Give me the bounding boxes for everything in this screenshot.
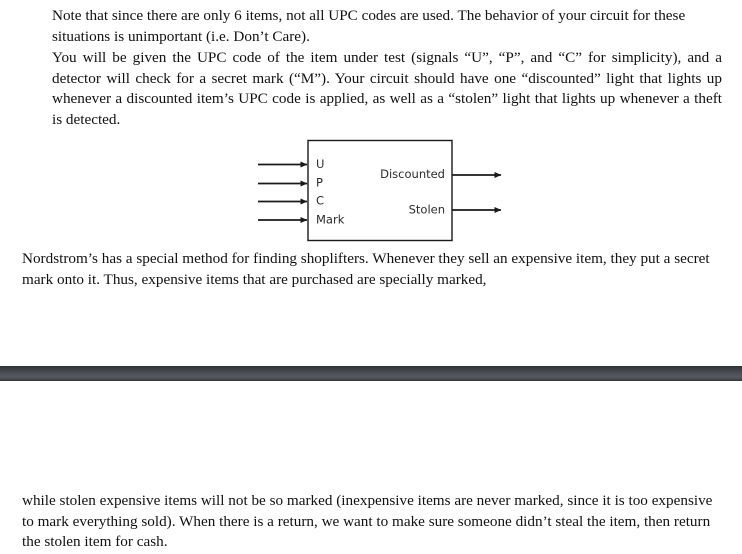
page-whitespace-lower <box>0 381 742 489</box>
input-label-p: P <box>316 176 323 190</box>
page-break-divider <box>0 366 742 381</box>
input-label-mark: Mark <box>316 213 345 227</box>
page-whitespace-upper <box>0 300 742 366</box>
input-label-c: C <box>316 194 324 208</box>
circuit-block-diagram: U P C Mark Discounted Stolen <box>250 138 510 246</box>
paragraph-while-stolen: while stolen expensive items will not be… <box>22 492 713 550</box>
paragraph-note: Note that since there are only 6 items, … <box>52 7 686 45</box>
output-label-stolen: Stolen <box>409 203 445 217</box>
output-label-discounted: Discounted <box>380 167 445 181</box>
input-label-u: U <box>316 157 324 171</box>
paragraph-upc-description: You will be given the UPC code of the it… <box>52 49 722 128</box>
paragraph-nordstrom: Nordstrom’s has a special method for fin… <box>22 250 710 288</box>
